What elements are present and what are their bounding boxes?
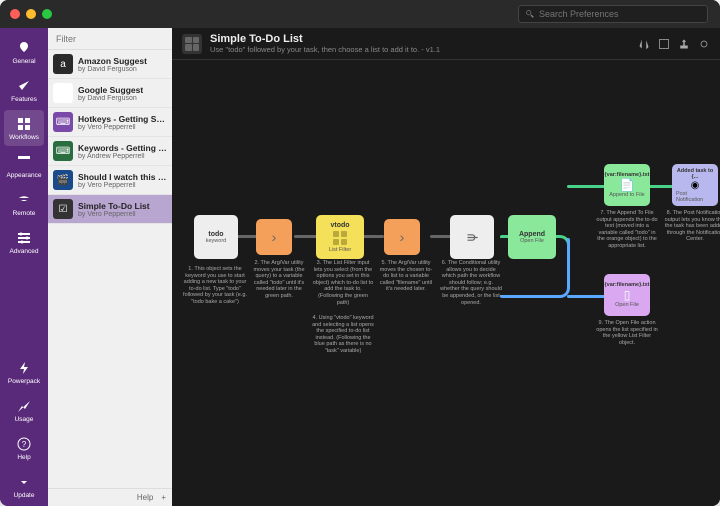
search-preferences[interactable] bbox=[518, 5, 708, 23]
tab-update[interactable]: Update bbox=[4, 468, 44, 504]
titlebar bbox=[0, 0, 720, 28]
workflow-item-icon: G bbox=[53, 83, 73, 103]
filter-bar bbox=[48, 28, 172, 50]
workflow-item-author: by Vero Pepperrell bbox=[78, 211, 150, 218]
debug-icon[interactable] bbox=[698, 38, 710, 50]
workflow-title: Simple To-Do List bbox=[210, 33, 638, 45]
workflow-canvas[interactable]: todo keyword › vtodo List Filter › ⋔ bbox=[172, 60, 720, 506]
pref-tabs: GeneralFeaturesWorkflowsAppearanceRemote… bbox=[0, 28, 48, 506]
node-keyword[interactable]: todo keyword bbox=[194, 215, 238, 259]
file-icon: 📄 bbox=[620, 178, 635, 192]
node-conditional[interactable]: ⋔ bbox=[450, 215, 494, 259]
chevron-right-icon: › bbox=[272, 229, 277, 245]
branch-icon: ⋔ bbox=[463, 231, 480, 243]
workflow-item-author: by David Ferguson bbox=[78, 95, 143, 102]
help-button[interactable]: Help bbox=[137, 493, 153, 502]
annotation-9: 9. The Open File action opens the list s… bbox=[596, 320, 658, 346]
file-icon: ▯ bbox=[624, 288, 631, 302]
tab-advanced[interactable]: Advanced bbox=[4, 224, 44, 260]
share-icon[interactable] bbox=[678, 38, 690, 50]
toggle-icon[interactable] bbox=[638, 38, 650, 50]
add-workflow-button[interactable]: + bbox=[161, 493, 166, 502]
close-button[interactable] bbox=[10, 9, 20, 19]
workflow-header: Simple To-Do List Use "todo" followed by… bbox=[172, 28, 720, 60]
powerpack-icon bbox=[16, 360, 32, 376]
workflow-desc: Use "todo" followed by your task, then c… bbox=[210, 45, 638, 54]
workflow-item-name: Keywords - Getting Started bbox=[78, 143, 167, 153]
tab-help[interactable]: ?Help bbox=[4, 430, 44, 466]
workflow-item-icon: 🎬 bbox=[53, 170, 73, 190]
workflow-item[interactable]: ⌨ Hotkeys - Getting Startedby Vero Pepper… bbox=[48, 108, 172, 137]
annotation-7: 7. The Append To File output appends the… bbox=[596, 210, 658, 250]
list-footer: Help + bbox=[48, 488, 172, 506]
traffic-lights bbox=[10, 9, 52, 19]
workflow-item-name: Google Suggest bbox=[78, 85, 143, 95]
node-argvar-1[interactable]: › bbox=[256, 219, 292, 255]
svg-text:?: ? bbox=[22, 440, 27, 449]
usage-icon bbox=[16, 398, 32, 414]
general-icon bbox=[16, 40, 32, 56]
tab-general[interactable]: General bbox=[4, 34, 44, 70]
tab-workflows[interactable]: Workflows bbox=[4, 110, 44, 146]
remote-icon bbox=[16, 192, 32, 208]
workflow-item[interactable]: 🎬 Should I watch this movie?by Vero Peppe… bbox=[48, 166, 172, 195]
filter-input[interactable] bbox=[56, 34, 173, 44]
minimize-button[interactable] bbox=[26, 9, 36, 19]
workflow-item-name: Simple To-Do List bbox=[78, 201, 150, 211]
workflow-item-icon: ☑ bbox=[53, 199, 73, 219]
zoom-button[interactable] bbox=[42, 9, 52, 19]
workflow-item-name: Should I watch this movie? bbox=[78, 172, 167, 182]
annotation-3: 3. The List Filter input lets you select… bbox=[312, 260, 374, 306]
main-panel: Simple To-Do List Use "todo" followed by… bbox=[172, 28, 720, 506]
chevron-right-icon: › bbox=[400, 229, 405, 245]
workflow-item-icon: ⌨ bbox=[53, 141, 73, 161]
annotation-5: 5. The Arg/Var utility moves the chosen … bbox=[378, 260, 434, 293]
annotation-8: 8. The Post Notification output lets you… bbox=[664, 210, 720, 243]
node-open-file[interactable]: {var:filename}.txt ▯ Open File bbox=[604, 274, 650, 316]
node-argvar-2[interactable]: › bbox=[384, 219, 420, 255]
workflow-item[interactable]: ⌨ Keywords - Getting Startedby Andrew Pep… bbox=[48, 137, 172, 166]
appearance-icon bbox=[16, 154, 32, 170]
workflow-item-author: by Vero Pepperrell bbox=[78, 124, 167, 131]
tab-remote[interactable]: Remote bbox=[4, 186, 44, 222]
workflows-icon bbox=[16, 116, 32, 132]
workflow-list: aAmazon Suggestby David FergusonGGoogle … bbox=[48, 50, 172, 488]
workflow-item[interactable]: a Amazon Suggestby David Ferguson bbox=[48, 50, 172, 79]
update-icon bbox=[16, 474, 32, 490]
node-append-to-file[interactable]: {var:filename}.txt 📄 Append to File bbox=[604, 164, 650, 206]
workflow-item-name: Hotkeys - Getting Started bbox=[78, 114, 167, 124]
preferences-window: GeneralFeaturesWorkflowsAppearanceRemote… bbox=[0, 0, 720, 506]
workflow-item-author: by Vero Pepperrell bbox=[78, 182, 167, 189]
layout-icon[interactable] bbox=[658, 38, 670, 50]
search-input[interactable] bbox=[539, 9, 701, 19]
tab-usage[interactable]: Usage bbox=[4, 392, 44, 428]
annotation-1: 1. This object sets the keyword you use … bbox=[180, 266, 250, 306]
annotation-4: 4. Using "vtodo" keyword and selecting a… bbox=[312, 315, 374, 355]
workflow-item-author: by David Ferguson bbox=[78, 66, 147, 73]
annotation-2: 2. The Arg/Var utility moves your task (… bbox=[250, 260, 308, 300]
tab-features[interactable]: Features bbox=[4, 72, 44, 108]
workflow-item-icon: ⌨ bbox=[53, 112, 73, 132]
bell-icon: ◉ bbox=[691, 180, 700, 191]
tab-powerpack[interactable]: Powerpack bbox=[4, 354, 44, 390]
node-post-notification[interactable]: Added task to {... ◉ Post Notification bbox=[672, 164, 718, 206]
node-list-filter[interactable]: vtodo List Filter bbox=[316, 215, 364, 259]
workflow-icon bbox=[182, 34, 202, 54]
workflow-item[interactable]: G Google Suggestby David Ferguson bbox=[48, 79, 172, 108]
search-icon bbox=[525, 9, 535, 19]
node-append-open[interactable]: Append Open File bbox=[508, 215, 556, 259]
workflow-list-panel: aAmazon Suggestby David FergusonGGoogle … bbox=[48, 28, 172, 506]
workflow-item-icon: a bbox=[53, 54, 73, 74]
features-icon bbox=[16, 78, 32, 94]
tab-appearance[interactable]: Appearance bbox=[4, 148, 44, 184]
annotation-6: 6. The Conditional utility allows you to… bbox=[440, 260, 502, 306]
help-icon: ? bbox=[16, 436, 32, 452]
workflow-item-name: Amazon Suggest bbox=[78, 56, 147, 66]
workflow-item-author: by Andrew Pepperrell bbox=[78, 153, 167, 160]
workflow-item[interactable]: ☑ Simple To-Do Listby Vero Pepperrell bbox=[48, 195, 172, 224]
advanced-icon bbox=[16, 230, 32, 246]
